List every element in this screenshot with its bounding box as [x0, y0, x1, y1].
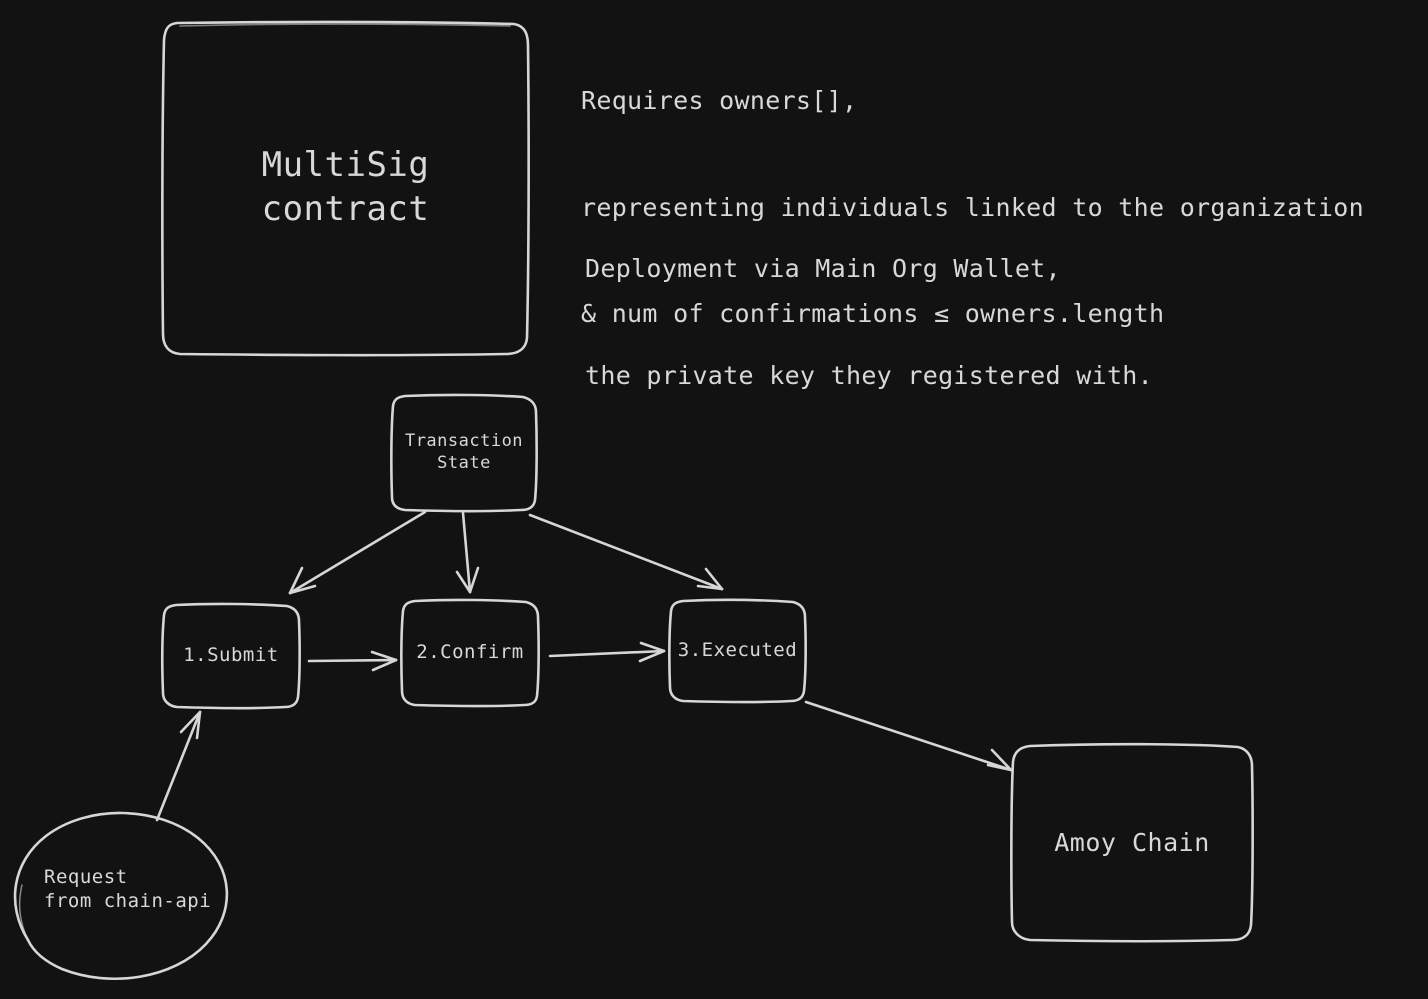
edge-request-to-submit	[155, 710, 202, 822]
node-label-amoy-chain: Amoy Chain	[1012, 745, 1252, 940]
edge-state-to-confirm	[455, 511, 480, 594]
shape-request	[13, 811, 229, 980]
shape-transaction-state	[390, 393, 538, 513]
shape-executed	[668, 598, 807, 704]
edge-confirm-to-executed	[548, 641, 666, 663]
multisig-label-line2: contract	[261, 189, 430, 229]
annotation-deployment-line1: Deployment via Main Org Wallet,	[585, 254, 1061, 283]
request-label-line2: from chain-api	[44, 890, 212, 913]
shape-amoy-chain	[1010, 742, 1254, 943]
transaction-state-line1: Transaction	[404, 430, 524, 451]
transaction-state-line2: State	[437, 452, 491, 473]
node-label-request: Request from chain-api	[44, 865, 244, 945]
annotation-requires-line1: Requires owners[],	[581, 86, 858, 115]
node-label-submit: 1.Submit	[163, 604, 299, 707]
edge-state-to-submit	[288, 510, 427, 595]
diagram-canvas: MultiSig contract Transaction State 1.Su…	[0, 0, 1428, 999]
executed-label: 3.Executed	[677, 639, 798, 662]
confirm-label: 2.Confirm	[416, 641, 524, 664]
shape-confirm	[400, 598, 540, 708]
annotation-deployment: Deployment via Main Org Wallet, the priv…	[585, 180, 1153, 464]
node-label-executed: 3.Executed	[670, 600, 805, 701]
node-label-transaction-state: Transaction State	[392, 395, 536, 510]
amoy-chain-label: Amoy Chain	[1054, 827, 1210, 857]
shape-submit	[161, 602, 301, 710]
edge-state-to-executed	[528, 513, 724, 591]
node-label-multisig-contract: MultiSig contract	[163, 22, 528, 354]
request-label-line1: Request	[44, 866, 128, 888]
annotation-deployment-line2: the private key they registered with.	[585, 360, 1153, 390]
multisig-label-line1: MultiSig	[261, 145, 430, 186]
shape-multisig-contract	[161, 20, 530, 357]
edge-executed-to-amoy	[804, 700, 1013, 772]
edge-submit-to-confirm	[307, 650, 398, 672]
node-label-confirm: 2.Confirm	[402, 600, 538, 705]
submit-label: 1.Submit	[183, 644, 279, 667]
